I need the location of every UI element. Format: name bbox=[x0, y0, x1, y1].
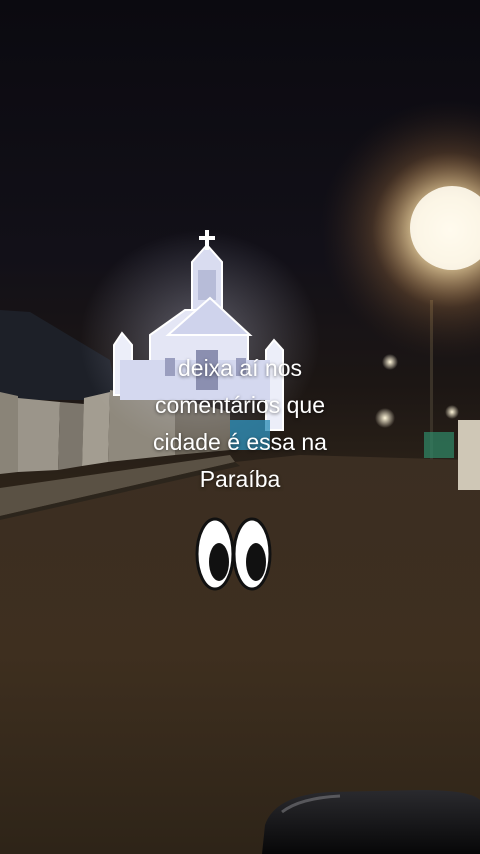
motorcycle-handlebar bbox=[262, 790, 480, 854]
caption-line: comentários que bbox=[154, 392, 326, 418]
caption-line: Paraíba bbox=[199, 466, 281, 492]
distant-light bbox=[445, 405, 459, 419]
green-sign bbox=[424, 432, 454, 458]
story-frame: deixa aí nos comentários que cidade é es… bbox=[0, 0, 480, 854]
right-wall bbox=[458, 420, 480, 490]
caption-line: deixa aí nos bbox=[177, 355, 303, 381]
eyes-emoji-sticker bbox=[195, 517, 272, 591]
caption-line: cidade é essa na bbox=[153, 429, 327, 455]
story-caption: deixa aí nos comentários que cidade é es… bbox=[90, 350, 390, 498]
